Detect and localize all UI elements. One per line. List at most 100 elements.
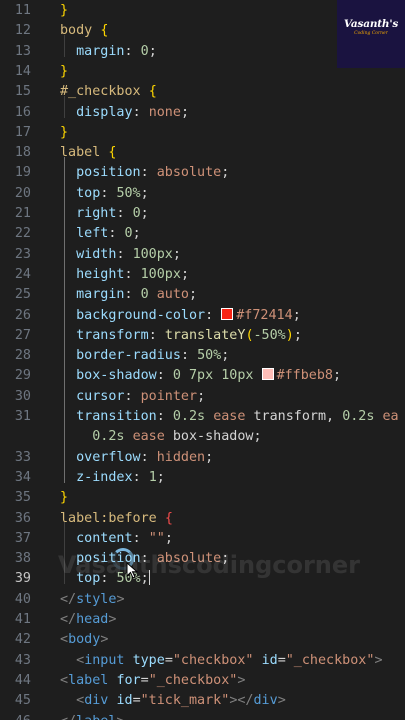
indent-guide <box>64 522 65 584</box>
code-editor[interactable]: 11} 12 body {13 margin: 0; 14} 15 #_checkbox … <box>0 0 405 720</box>
line-number: 34 <box>14 469 31 485</box>
code-text[interactable]: </label> <box>60 712 125 720</box>
code-text[interactable]: height: 100px; <box>60 265 189 285</box>
code-token: : <box>116 206 133 221</box>
code-token: ; <box>180 266 189 282</box>
code-line[interactable]: 35} <box>0 488 405 508</box>
color-swatch-icon[interactable] <box>261 368 274 381</box>
code-line[interactable]: 37 content: ""; <box>0 529 405 549</box>
code-text[interactable]: right: 0; <box>60 204 149 224</box>
code-text[interactable]: } <box>60 123 68 143</box>
line-number: 45 <box>14 693 31 709</box>
code-line[interactable]: 36 label:before { <box>0 509 405 529</box>
code-text[interactable]: <input type="checkbox" id="_checkbox"> <box>60 651 382 671</box>
code-text[interactable]: margin: 0; <box>60 42 157 62</box>
code-token: ; <box>292 307 301 323</box>
code-line[interactable]: 19 position: absolute; <box>0 163 405 183</box>
code-text[interactable]: z-index: 1; <box>60 468 165 488</box>
code-text[interactable]: <div id="tick_mark"></div> <box>60 691 286 711</box>
code-line[interactable]: 15 #_checkbox { <box>0 82 405 102</box>
code-token: "tick_mark" <box>140 693 230 709</box>
code-line[interactable]: 28 border-radius: 50%; <box>0 346 405 366</box>
code-token: pointer <box>140 388 198 404</box>
code-line[interactable]: 18 label { <box>0 143 405 163</box>
code-text[interactable]: box-shadow: 0 7px 10px #ffbeb8; <box>60 366 341 386</box>
code-text[interactable]: border-radius: 50%; <box>60 346 229 366</box>
code-line[interactable]: 33 overflow: hidden; <box>0 448 405 468</box>
code-line[interactable]: 23 width: 100px; <box>0 245 405 265</box>
code-token: 10px <box>221 368 254 384</box>
code-line[interactable]: 38 position: absolute; <box>0 549 405 569</box>
code-text[interactable]: 0.2s ease box-shadow; <box>60 427 261 447</box>
code-line[interactable]: 25 margin: 0 auto; <box>0 285 405 305</box>
code-token: ; <box>148 43 157 59</box>
code-line[interactable]: 40 </style> <box>0 590 405 610</box>
code-line[interactable]: 41 </head> <box>0 610 405 630</box>
code-text[interactable]: transform: translateY(-50%); <box>60 326 302 346</box>
code-text[interactable]: width: 100px; <box>60 245 181 265</box>
code-line[interactable]: 44 <label for="_checkbox"> <box>0 671 405 691</box>
code-text[interactable]: </head> <box>60 610 116 630</box>
code-line[interactable]: 17} <box>0 123 405 143</box>
code-line[interactable]: 24 height: 100px; <box>0 265 405 285</box>
code-text[interactable]: <body> <box>60 630 108 650</box>
code-line[interactable]: 45 <div id="tick_mark"></div> <box>0 691 405 711</box>
code-text[interactable]: content: ""; <box>60 529 173 549</box>
code-text[interactable]: body { <box>60 21 108 41</box>
code-text[interactable]: } <box>60 1 68 21</box>
code-text[interactable]: } <box>60 488 68 508</box>
line-number: 26 <box>14 307 31 323</box>
code-text[interactable]: position: absolute; <box>60 163 229 183</box>
code-token: : <box>140 551 157 567</box>
code-token: div <box>253 693 278 709</box>
code-text[interactable]: left: 0; <box>60 224 141 244</box>
code-line[interactable]: 42 <body> <box>0 630 405 650</box>
code-line[interactable]: 26 background-color: #f72414; <box>0 306 405 326</box>
line-number: 18 <box>14 145 31 161</box>
code-text[interactable]: position: absolute; <box>60 549 229 569</box>
code-token: background-color <box>60 307 206 323</box>
code-text[interactable]: overflow: hidden; <box>60 448 213 468</box>
code-text[interactable]: label:before { <box>60 509 173 529</box>
code-line[interactable]: 22 left: 0; <box>0 224 405 244</box>
code-line[interactable]: 31 transition: 0.2s ease transform, 0.2s… <box>0 407 405 427</box>
code-line[interactable]: 29 box-shadow: 0 7px 10px #ffbeb8; <box>0 366 405 386</box>
code-line[interactable]: 34 z-index: 1; <box>0 468 405 488</box>
code-text[interactable]: </style> <box>60 590 125 610</box>
code-token: ; <box>172 246 181 262</box>
code-token: : <box>140 165 157 181</box>
code-line[interactable]: 16 display: none; <box>0 103 405 123</box>
color-swatch-icon[interactable] <box>221 307 234 320</box>
code-line[interactable]: 30 cursor: pointer; <box>0 387 405 407</box>
code-token: "" <box>148 530 165 546</box>
code-token: for <box>116 672 141 688</box>
code-line[interactable]: 43 <input type="checkbox" id="_checkbox"… <box>0 651 405 671</box>
code-token: transform, <box>245 409 343 424</box>
code-text[interactable]: margin: 0 auto; <box>60 285 197 305</box>
code-token: 7px <box>189 368 214 384</box>
line-number: 12 <box>14 23 31 39</box>
code-line[interactable]: 0.2s ease box-shadow; <box>0 427 405 447</box>
code-line[interactable]: 27 transform: translateY(-50%); <box>0 326 405 346</box>
code-text[interactable]: <label for="_checkbox"> <box>60 671 245 691</box>
code-text[interactable]: top: 50%; <box>60 184 149 204</box>
code-line[interactable]: 46 </label> <box>0 712 405 720</box>
code-text[interactable]: #_checkbox { <box>60 82 157 102</box>
code-text[interactable]: display: none; <box>60 103 189 123</box>
line-number: 17 <box>14 124 31 140</box>
line-number: 42 <box>14 632 31 648</box>
code-text[interactable]: cursor: pointer; <box>60 387 205 407</box>
code-token: { <box>108 145 117 161</box>
code-text[interactable]: label { <box>60 143 116 163</box>
code-token: ease <box>213 409 246 424</box>
code-line[interactable]: 39 top: 50%; <box>0 569 405 589</box>
code-line[interactable]: 21 right: 0; <box>0 204 405 224</box>
code-token: </ <box>60 591 77 607</box>
code-text[interactable]: background-color: #f72414; <box>60 306 301 326</box>
code-token: id <box>116 693 133 709</box>
code-token: cursor <box>60 388 125 404</box>
code-text[interactable]: transition: 0.2s ease transform, 0.2s ea <box>60 407 399 427</box>
code-line[interactable]: 20 top: 50%; <box>0 184 405 204</box>
code-text[interactable]: } <box>60 62 68 82</box>
